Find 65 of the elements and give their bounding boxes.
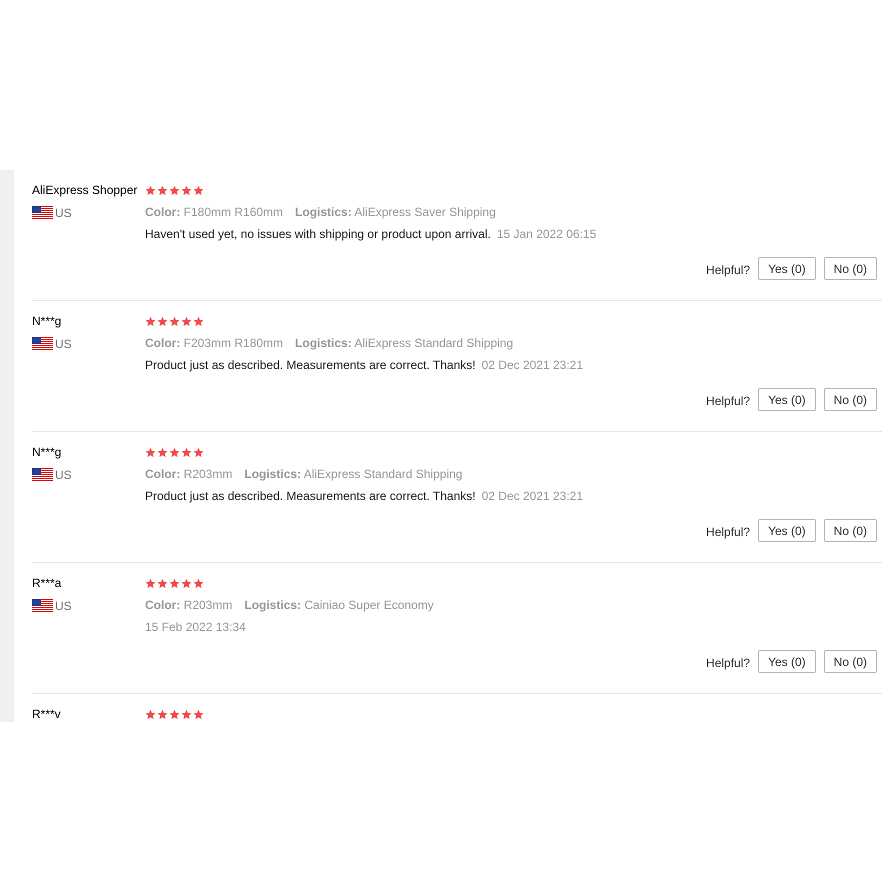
reviewer-name: R***v [32, 706, 62, 722]
reviewer-name: N***g [32, 313, 62, 330]
review-text: Product just as described. Measurements are correct. Thanks! [145, 357, 476, 374]
star-icon [181, 316, 192, 326]
star-icon [181, 446, 192, 458]
star-icon [193, 316, 204, 326]
star-icon [169, 316, 180, 326]
star-icon [157, 708, 168, 720]
logistics-info: Logistics: AliExpress Saver Shipping [295, 204, 496, 221]
reviewer-name: N***g [32, 444, 62, 461]
helpful-label: Helpful? [706, 393, 750, 410]
logistics-info: Logistics: AliExpress Standard Shipping [295, 335, 514, 352]
review-date: 15 Feb 2022 13:34 [145, 619, 246, 636]
star-icon [157, 446, 168, 458]
star-icon [157, 316, 168, 326]
no-button[interactable]: No (0) [824, 388, 877, 411]
review-date: 02 Dec 2021 23:21 [482, 357, 584, 374]
star-icon [157, 578, 168, 588]
star-icon [145, 578, 156, 588]
star-icon [193, 708, 204, 720]
country-code: US [55, 336, 72, 353]
helpful-label: Helpful? [706, 655, 750, 672]
country-code: US [55, 598, 72, 615]
star-icon [145, 446, 156, 458]
yes-button[interactable]: Yes (0) [758, 257, 816, 280]
color-info: Color: R203mm [145, 466, 232, 483]
star-icon [193, 184, 204, 196]
star-icon [181, 708, 192, 720]
star-icon [181, 578, 192, 588]
star-icon [169, 578, 180, 588]
review-date: 02 Dec 2021 23:21 [482, 488, 584, 505]
flag-icon [32, 337, 53, 351]
yes-button[interactable]: Yes (0) [758, 519, 816, 542]
star-icon [193, 446, 204, 458]
review-date: 15 Jan 2022 06:15 [496, 226, 596, 243]
review-text: Product just as described. Measurements are correct. Thanks! [145, 488, 476, 505]
star-icon [169, 184, 180, 196]
star-icon [169, 708, 180, 720]
flag-icon [32, 206, 53, 220]
star-icon [145, 316, 156, 326]
color-info: Color: F180mm R160mm [145, 204, 284, 221]
reviewer-name: AliExpress Shopper [32, 182, 138, 199]
logistics-info: Logistics: AliExpress Standard Shipping [244, 466, 462, 483]
color-info: Color: F203mm R180mm [145, 335, 284, 352]
star-icon [145, 708, 156, 720]
color-info: Color: R203mm [145, 597, 232, 614]
star-icon [181, 184, 192, 196]
flag-icon [32, 468, 53, 482]
helpful-label: Helpful? [706, 524, 750, 541]
yes-button[interactable]: Yes (0) [758, 388, 816, 411]
star-icon [169, 446, 180, 458]
logistics-info: Logistics: Cainiao Super Economy [244, 597, 434, 614]
reviewer-name: R***a [32, 575, 62, 592]
country-code: US [55, 467, 72, 484]
helpful-label: Helpful? [706, 262, 750, 279]
no-button[interactable]: No (0) [824, 650, 877, 673]
yes-button[interactable]: Yes (0) [758, 650, 816, 673]
country-code: US [55, 205, 72, 222]
review-text: Haven't used yet, no issues with shipping or product upon arrival. [145, 226, 491, 243]
star-icon [193, 578, 204, 588]
flag-icon [32, 599, 53, 613]
no-button[interactable]: No (0) [824, 257, 877, 280]
star-icon [145, 184, 156, 196]
no-button[interactable]: No (0) [824, 519, 877, 542]
star-icon [157, 184, 168, 196]
